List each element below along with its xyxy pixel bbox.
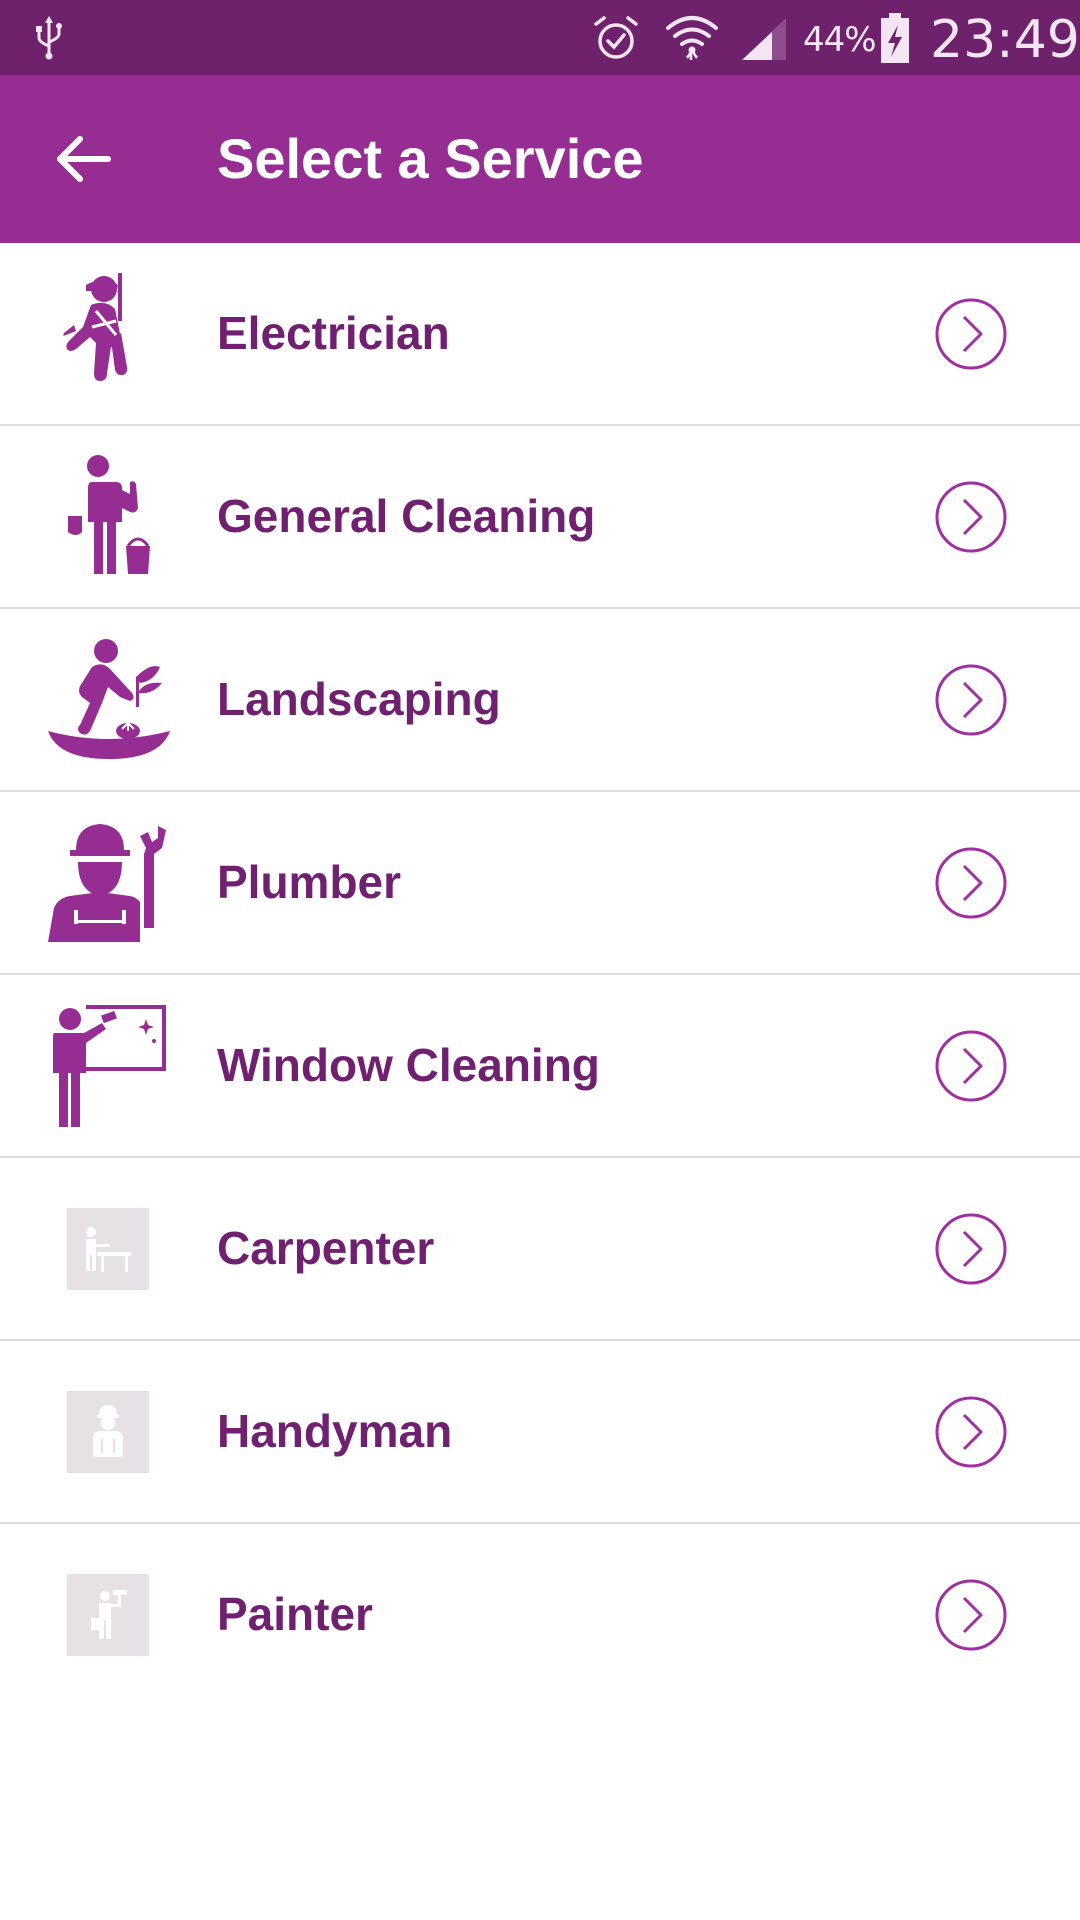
usb-icon — [36, 16, 62, 60]
chevron-right-icon[interactable] — [934, 663, 1008, 737]
plumber-icon — [46, 820, 172, 946]
service-list: Electrician General Cleaning Landscaping… — [0, 243, 1080, 1705]
app-bar: Select a Service — [0, 75, 1080, 243]
chevron-right-icon[interactable] — [934, 297, 1008, 371]
signal-icon — [742, 18, 786, 60]
service-label: Painter — [217, 1588, 373, 1640]
chevron-right-icon[interactable] — [934, 1578, 1008, 1652]
chevron-right-icon[interactable] — [934, 480, 1008, 554]
service-label: Handyman — [217, 1405, 453, 1457]
chevron-right-icon[interactable] — [934, 1212, 1008, 1286]
battery-charging-icon — [881, 13, 909, 63]
clock: 23:49 — [930, 10, 1080, 70]
service-item-landscaping[interactable]: Landscaping — [0, 609, 1080, 792]
status-bar: 44% 23:49 — [0, 0, 1080, 75]
service-item-painter[interactable]: Painter — [0, 1524, 1080, 1705]
service-item-window-cleaning[interactable]: Window Cleaning — [0, 975, 1080, 1158]
service-item-plumber[interactable]: Plumber — [0, 792, 1080, 975]
icon-placeholder — [67, 1208, 149, 1290]
alarm-icon — [594, 16, 638, 59]
handyman-placeholder-icon — [46, 1369, 172, 1495]
service-label: Carpenter — [217, 1222, 435, 1274]
gardener-icon — [46, 637, 172, 763]
service-label: General Cleaning — [217, 490, 596, 542]
cleaner-icon — [46, 454, 172, 580]
service-label: Plumber — [217, 856, 402, 908]
arrow-back-icon[interactable] — [52, 131, 116, 187]
electrician-icon — [46, 271, 172, 397]
window-cleaner-icon — [46, 1003, 172, 1129]
service-label: Landscaping — [217, 673, 501, 725]
chevron-right-icon[interactable] — [934, 846, 1008, 920]
wifi-icon — [666, 16, 718, 60]
painter-placeholder-icon — [46, 1552, 172, 1678]
battery-percent: 44% — [803, 20, 877, 60]
service-label: Electrician — [217, 307, 450, 359]
page-title: Select a Service — [217, 127, 644, 190]
icon-placeholder — [67, 1391, 149, 1473]
service-item-general-cleaning[interactable]: General Cleaning — [0, 426, 1080, 609]
service-item-carpenter[interactable]: Carpenter — [0, 1158, 1080, 1341]
service-label: Window Cleaning — [217, 1039, 600, 1091]
chevron-right-icon[interactable] — [934, 1395, 1008, 1469]
service-item-handyman[interactable]: Handyman — [0, 1341, 1080, 1524]
icon-placeholder — [67, 1574, 149, 1656]
service-item-electrician[interactable]: Electrician — [0, 243, 1080, 426]
carpenter-placeholder-icon — [46, 1186, 172, 1312]
chevron-right-icon[interactable] — [934, 1029, 1008, 1103]
